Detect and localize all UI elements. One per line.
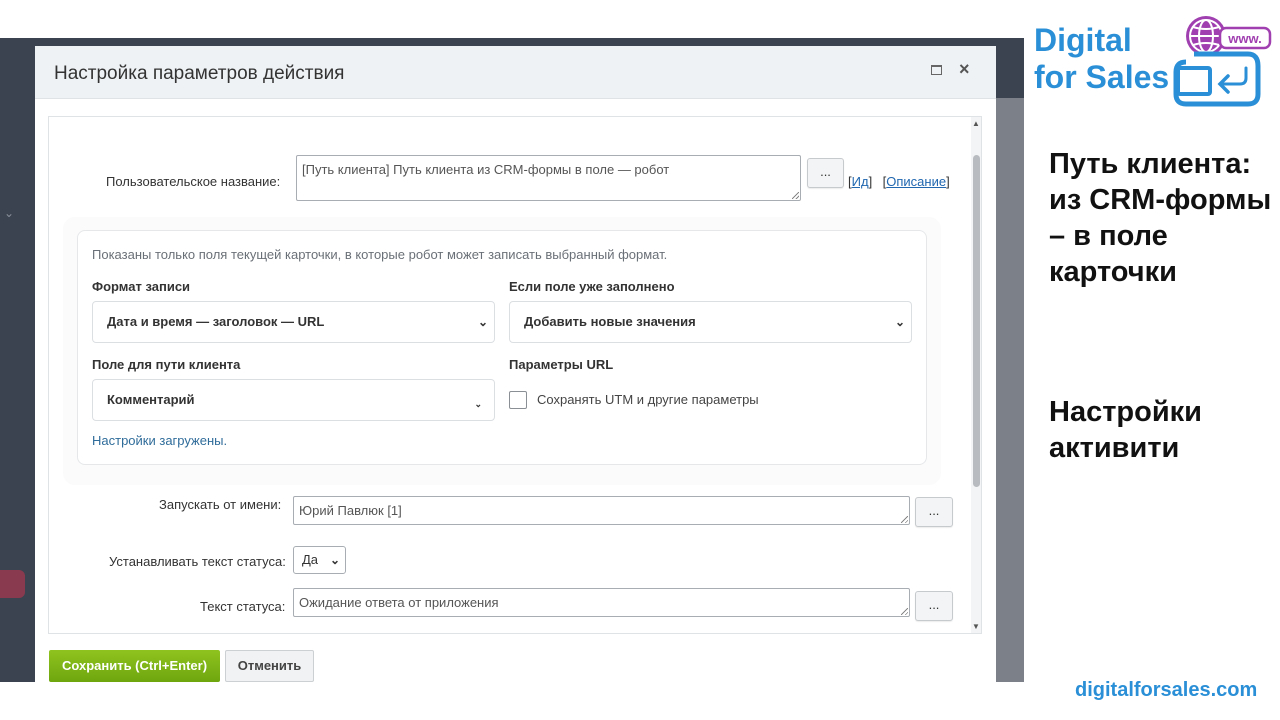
scroll-down-icon[interactable]: ▼ bbox=[972, 622, 980, 631]
save-utm-checkbox[interactable] bbox=[509, 391, 527, 409]
save-button[interactable]: Сохранить (Ctrl+Enter) bbox=[49, 650, 220, 682]
description-link[interactable]: Описание bbox=[886, 174, 946, 189]
resize-grip-icon[interactable] bbox=[901, 608, 908, 615]
dialog-content: Пользовательское название: [Путь клиента… bbox=[48, 116, 982, 634]
run-as-value: Юрий Павлюк [1] bbox=[299, 503, 402, 518]
action-settings-dialog: Настройка параметров действия × Пользова… bbox=[35, 46, 996, 682]
set-status-text-select[interactable]: Да ⌄ bbox=[293, 546, 346, 574]
chevron-down-icon: ⌄ bbox=[4, 206, 15, 220]
custom-name-label: Пользовательское название: bbox=[106, 174, 281, 189]
scrollbar[interactable]: ▲ ▼ bbox=[971, 117, 981, 633]
chevron-down-icon: ⌄ bbox=[894, 315, 905, 329]
brand-logo-icon: www. bbox=[1173, 16, 1272, 107]
status-text-label: Текст статуса: bbox=[200, 599, 286, 614]
dialog-title: Настройка параметров действия bbox=[54, 63, 345, 84]
slide-subheading: Настройки активити bbox=[1049, 396, 1203, 464]
background-panel bbox=[996, 98, 1024, 682]
if-filled-label: Если поле уже заполнено bbox=[509, 279, 675, 294]
close-icon[interactable]: × bbox=[959, 60, 970, 78]
save-utm-label: Сохранять UTM и другие параметры bbox=[537, 392, 759, 407]
run-as-field[interactable]: Юрий Павлюк [1] bbox=[293, 496, 910, 525]
run-as-label: Запускать от имени: bbox=[159, 497, 282, 512]
if-filled-select[interactable]: Добавить новые значения ⌄ bbox=[509, 301, 912, 343]
url-params-label: Параметры URL bbox=[509, 357, 614, 372]
chevron-down-icon: ⌄ bbox=[329, 553, 340, 567]
record-format-select[interactable]: Дата и время — заголовок — URL ⌄ bbox=[92, 301, 495, 343]
status-text-field[interactable]: Ожидание ответа от приложения bbox=[293, 588, 910, 617]
chevron-down-icon: ⌄ bbox=[474, 399, 482, 409]
resize-grip-icon[interactable] bbox=[792, 192, 799, 199]
logo-badge-text: www. bbox=[1227, 31, 1261, 46]
set-status-text-label: Устанавливать текст статуса: bbox=[109, 554, 286, 569]
background-sidebar-highlight bbox=[0, 570, 25, 598]
settings-card: Показаны только поля текущей карточки, в… bbox=[77, 230, 927, 465]
settings-loaded-status: Настройки загружены. bbox=[92, 433, 228, 448]
client-path-field-value: Комментарий bbox=[107, 392, 195, 407]
brand-line-2: for Sales bbox=[1034, 59, 1170, 95]
set-status-text-value: Да bbox=[302, 552, 319, 567]
custom-name-value: [Путь клиента] Путь клиента из CRM-формы… bbox=[302, 162, 670, 177]
fields-hint: Показаны только поля текущей карточки, в… bbox=[92, 247, 668, 262]
brand-line-1: Digital bbox=[1034, 22, 1132, 58]
custom-name-dots-button[interactable]: ... bbox=[807, 158, 844, 188]
id-link[interactable]: Ид bbox=[852, 174, 869, 189]
custom-name-links: [Ид] [Описание] bbox=[848, 174, 950, 189]
custom-name-field[interactable]: [Путь клиента] Путь клиента из CRM-формы… bbox=[296, 155, 801, 201]
dialog-header: Настройка параметров действия × bbox=[35, 46, 996, 99]
client-path-field-label: Поле для пути клиента bbox=[92, 357, 241, 372]
chevron-down-icon: ⌄ bbox=[477, 315, 488, 329]
scroll-up-icon[interactable]: ▲ bbox=[972, 119, 980, 128]
slide-heading: Путь клиента: из CRM-формы – в поле карт… bbox=[1049, 148, 1272, 288]
site-url: digitalforsales.com bbox=[1075, 679, 1258, 701]
if-filled-value: Добавить новые значения bbox=[524, 314, 696, 329]
cancel-button[interactable]: Отменить bbox=[225, 650, 314, 682]
status-text-dots-button[interactable]: ... bbox=[915, 591, 953, 621]
maximize-icon[interactable] bbox=[931, 65, 942, 75]
status-text-value: Ожидание ответа от приложения bbox=[299, 595, 499, 610]
resize-grip-icon[interactable] bbox=[901, 516, 908, 523]
record-format-value: Дата и время — заголовок — URL bbox=[107, 314, 325, 329]
scrollbar-thumb[interactable] bbox=[973, 155, 980, 487]
record-format-label: Формат записи bbox=[92, 279, 191, 294]
run-as-dots-button[interactable]: ... bbox=[915, 497, 953, 527]
client-path-field-select[interactable]: Комментарий ⌄ bbox=[92, 379, 495, 421]
brand-name: Digital for Sales bbox=[1034, 22, 1169, 96]
